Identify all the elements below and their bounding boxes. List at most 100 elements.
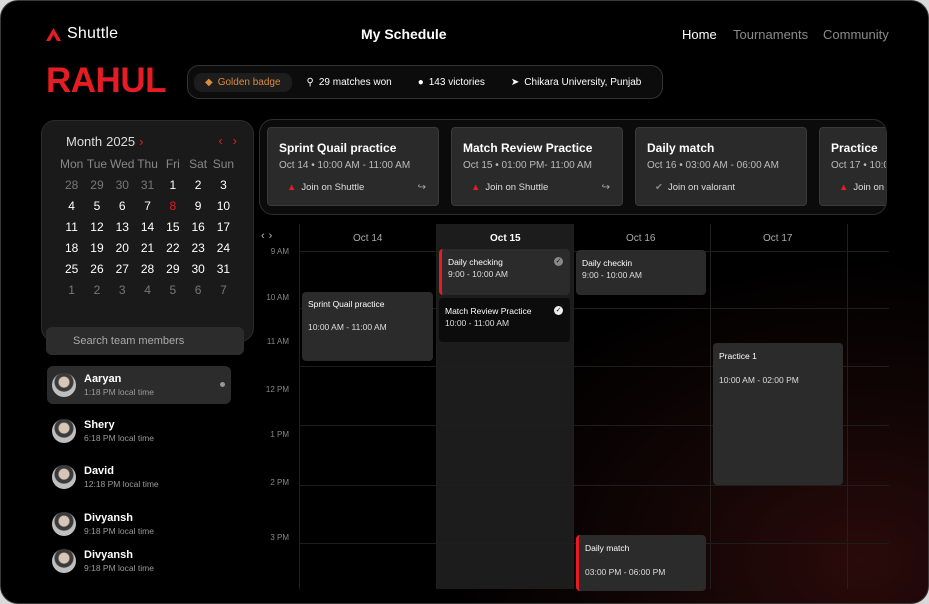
calendar-day[interactable]: 30 — [110, 178, 135, 193]
chevron-left-icon[interactable]: ‹ — [261, 230, 269, 242]
calendar-day[interactable]: 11 — [59, 220, 84, 235]
nav-home[interactable]: Home — [682, 27, 717, 42]
calendar-day[interactable]: 30 — [185, 262, 210, 277]
calendar-day[interactable]: 26 — [84, 262, 109, 277]
event-card[interactable]: Match Review Practice Oct 15 • 01:00 PM-… — [451, 127, 623, 206]
member-item[interactable]: Aaryan 1:18 PM local time — [47, 366, 231, 404]
calendar-day[interactable]: 27 — [110, 262, 135, 277]
day-header[interactable]: Oct 16 — [626, 233, 655, 244]
schedule-event[interactable]: Sprint Quail practice 10:00 AM - 11:00 A… — [302, 292, 433, 361]
member-item[interactable]: Divyansh 9:18 PM local time — [47, 542, 231, 580]
avatar — [52, 549, 76, 573]
member-item[interactable]: David 12:18 PM local time — [47, 458, 231, 496]
share-icon[interactable]: ↪ — [418, 182, 426, 193]
chevron-right-icon[interactable]: › — [233, 133, 237, 148]
calendar-day[interactable]: 29 — [160, 262, 185, 277]
nav-tournaments[interactable]: Tournaments — [733, 27, 808, 42]
schedule-nav: ‹› — [261, 230, 276, 242]
event-title: Daily checkin — [582, 258, 633, 268]
valorant-logo-icon: ✔ — [655, 182, 663, 193]
event-time: 9:00 - 10:00 AM — [582, 270, 643, 280]
app-window: Shuttle My Schedule Home Tournaments Com… — [0, 0, 929, 604]
calendar-day[interactable]: 10 — [211, 199, 236, 214]
calendar-day[interactable]: 2 — [84, 283, 109, 298]
calendar-day[interactable]: 13 — [110, 220, 135, 235]
calendar-day[interactable]: 4 — [135, 283, 160, 298]
calendar-day[interactable]: 22 — [160, 241, 185, 256]
calendar-day[interactable]: 15 — [160, 220, 185, 235]
day-header[interactable]: Oct 14 — [353, 233, 382, 244]
member-item[interactable]: Shery 6:18 PM local time — [47, 412, 231, 450]
grid-line — [436, 224, 437, 589]
chevron-right-icon[interactable]: › — [139, 134, 143, 149]
checkmark-icon[interactable]: ✓ — [554, 306, 563, 315]
calendar-day[interactable]: 6 — [110, 199, 135, 214]
calendar-day[interactable]: 20 — [110, 241, 135, 256]
day-header[interactable]: Oct 17 — [763, 233, 792, 244]
schedule-event[interactable]: Daily match 03:00 PM - 06:00 PM — [576, 535, 706, 591]
checkmark-icon[interactable]: ✓ — [554, 257, 563, 266]
calendar-day[interactable]: 5 — [160, 283, 185, 298]
calendar-day[interactable]: 18 — [59, 241, 84, 256]
calendar-day[interactable]: 21 — [135, 241, 160, 256]
share-icon[interactable]: ↪ — [602, 182, 610, 193]
calendar-day[interactable]: 1 — [59, 283, 84, 298]
schedule-event[interactable]: Practice 1 10:00 AM - 02:00 PM — [713, 343, 843, 485]
day-header-current[interactable]: Oct 15 — [490, 233, 521, 244]
join-link[interactable]: ✔ Join on valorant — [655, 182, 735, 193]
weekday-label: Sun — [212, 157, 235, 171]
calendar-day[interactable]: 7 — [135, 199, 160, 214]
event-card[interactable]: Sprint Quail practice Oct 14 • 10:00 AM … — [267, 127, 439, 206]
calendar-day[interactable]: 8 — [160, 199, 185, 214]
calendar-day[interactable]: 3 — [211, 178, 236, 193]
event-card[interactable]: Daily match Oct 16 • 03:00 AM - 06:00 AM… — [635, 127, 807, 206]
event-card-title: Daily match — [647, 141, 715, 155]
schedule-event[interactable]: Match Review Practice 10:00 - 11:00 AM ✓ — [439, 298, 570, 342]
calendar-day[interactable]: 16 — [185, 220, 210, 235]
calendar-year-label: 2025 — [106, 134, 136, 149]
calendar-day[interactable]: 31 — [211, 262, 236, 277]
schedule-event[interactable]: Daily checking 9:00 - 10:00 AM ✓ — [439, 249, 570, 295]
calendar-day[interactable]: 6 — [185, 283, 210, 298]
calendar-day[interactable]: 2 — [185, 178, 210, 193]
hour-label: 11 AM — [266, 337, 289, 346]
event-card[interactable]: Practice Oct 17 • 10:00 AM - 02:00 PM ▲ J… — [819, 127, 886, 206]
join-link[interactable]: ▲ Join on Shuttle — [839, 182, 886, 193]
chevron-left-icon[interactable]: ‹ — [218, 133, 222, 148]
avatar — [52, 373, 76, 397]
weekday-label: Fri — [165, 157, 180, 171]
app-logo[interactable]: Shuttle — [46, 25, 118, 43]
calendar-day[interactable]: 7 — [211, 283, 236, 298]
grid-line — [299, 224, 300, 589]
calendar-day[interactable]: 1 — [160, 178, 185, 193]
search-team-members-input[interactable]: Search team members — [46, 327, 244, 355]
location-label: Chikara University, Punjab — [524, 76, 642, 88]
calendar-day[interactable]: 28 — [135, 262, 160, 277]
calendar-day[interactable]: 14 — [135, 220, 160, 235]
shuttle-logo-icon — [46, 27, 61, 41]
member-item[interactable]: Divyansh 9:18 PM local time — [47, 505, 231, 543]
schedule-event[interactable]: Daily checkin 9:00 - 10:00 AM — [576, 250, 706, 295]
calendar-day[interactable]: 9 — [185, 199, 210, 214]
calendar-day[interactable]: 3 — [110, 283, 135, 298]
nav-community[interactable]: Community — [823, 27, 889, 42]
calendar-header[interactable]: Month 2025 › — [66, 134, 143, 149]
calendar-day[interactable]: 31 — [135, 178, 160, 193]
calendar-day[interactable]: 25 — [59, 262, 84, 277]
event-title: Match Review Practice — [445, 306, 532, 316]
member-name: David — [84, 465, 114, 477]
calendar-day[interactable]: 19 — [84, 241, 109, 256]
calendar-day[interactable]: 23 — [185, 241, 210, 256]
calendar-day[interactable]: 28 — [59, 178, 84, 193]
calendar-day[interactable]: 24 — [211, 241, 236, 256]
calendar-day[interactable]: 12 — [84, 220, 109, 235]
join-link[interactable]: ▲ Join on Shuttle — [471, 182, 548, 193]
shuttle-logo-icon: ▲ — [287, 182, 297, 193]
calendar-day[interactable]: 4 — [59, 199, 84, 214]
calendar-day[interactable]: 29 — [84, 178, 109, 193]
join-link[interactable]: ▲ Join on Shuttle — [287, 182, 364, 193]
calendar-day[interactable]: 17 — [211, 220, 236, 235]
event-card-date: Oct 14 • 10:00 AM - 11:00 AM — [279, 160, 411, 171]
chevron-right-icon[interactable]: › — [269, 230, 277, 242]
calendar-day[interactable]: 5 — [84, 199, 109, 214]
